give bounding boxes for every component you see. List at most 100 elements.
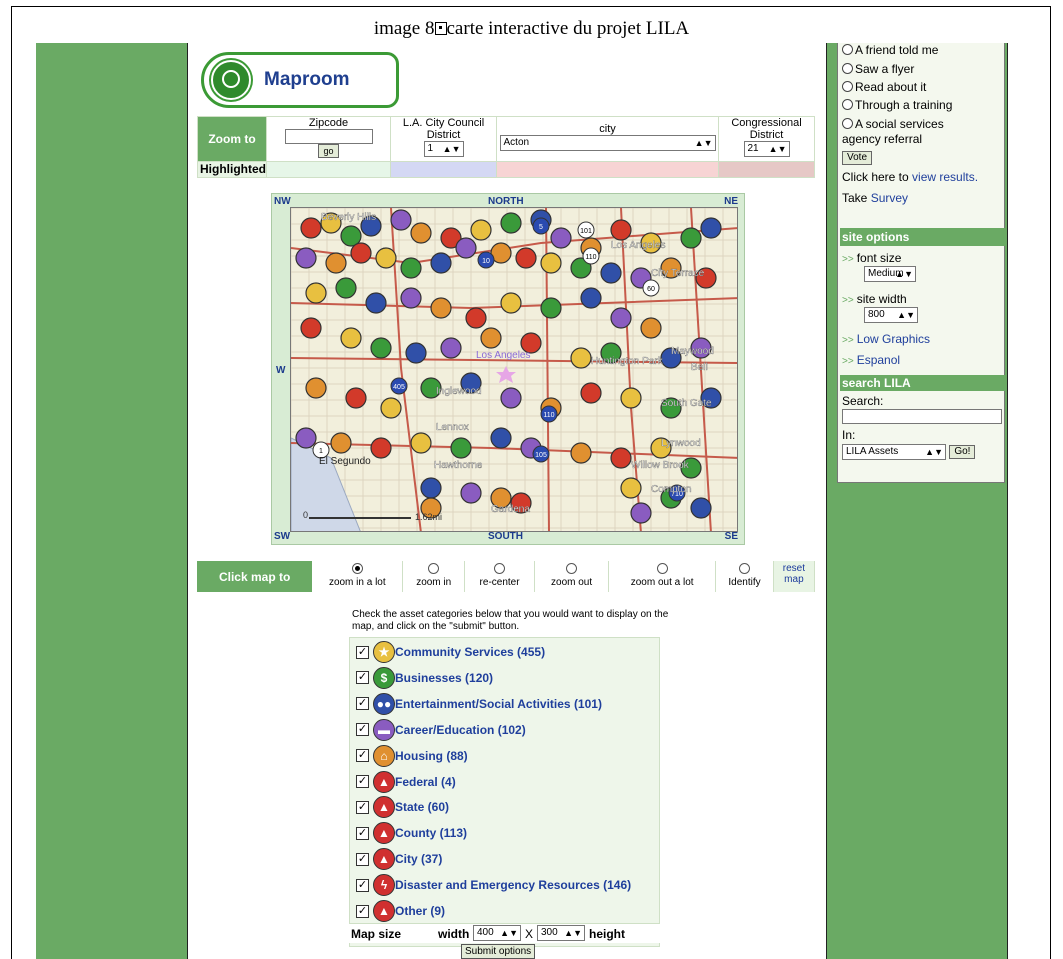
radio-zoom-out-a-lot[interactable] [656, 563, 668, 574]
congress-district-select[interactable]: 21 ▲▼ [743, 141, 790, 157]
asset-label[interactable]: Federal (4) [395, 775, 456, 789]
opt-zoom-out-a-lot[interactable]: zoom out a lot [608, 561, 717, 592]
opt-zoom-in-a-lot[interactable]: zoom in a lot [312, 561, 404, 592]
asset-row[interactable]: ✓ ϟ Disaster and Emergency Resources (146) [356, 874, 631, 897]
south-pan[interactable]: SOUTH [488, 531, 523, 542]
asset-row[interactable]: ✓ ★ Community Services (455) [356, 641, 545, 663]
asset-row[interactable]: ✓ ▲ City (37) [356, 848, 442, 871]
radio-zoom-in[interactable] [428, 563, 440, 574]
radio-identify[interactable] [738, 563, 750, 574]
asset-row[interactable]: ✓ $ Businesses (120) [356, 666, 493, 689]
asset-checkbox[interactable]: ✓ [356, 852, 369, 866]
font-size-select[interactable]: Medium ▲▼ [864, 266, 916, 282]
maproom-logo[interactable]: Maproom [201, 52, 399, 108]
asset-checkbox[interactable]: ✓ [356, 749, 369, 763]
reset-map-link[interactable]: reset map [773, 561, 816, 592]
search-in-select[interactable]: LILA Assets ▲▼ [842, 444, 946, 460]
height-label: height [589, 927, 625, 941]
se-pan[interactable]: SE [725, 531, 738, 542]
asset-label[interactable]: State (60) [395, 800, 449, 814]
survey-option-2[interactable]: Saw a flyer [842, 62, 914, 76]
radio-zoom-in-a-lot[interactable] [351, 563, 363, 574]
congress-label-2: District [749, 129, 784, 141]
asset-checkbox[interactable]: ✓ [356, 697, 369, 711]
interactive-map[interactable]: 101 110 10 60 405 110 105 710 1 5 Beverly Hills Lo… [290, 207, 738, 532]
survey-option-5[interactable]: A social services [842, 117, 944, 131]
map-asset-marker [490, 427, 512, 449]
opt-re-center[interactable]: re-center [464, 561, 536, 592]
asset-label[interactable]: Community Services (455) [395, 645, 545, 659]
asset-checkbox[interactable]: ✓ [356, 775, 369, 788]
radio-zoom-out[interactable] [566, 563, 578, 574]
asset-label[interactable]: County (113) [395, 826, 467, 840]
search-go-button[interactable]: Go! [949, 445, 976, 459]
asset-checkbox[interactable]: ✓ [356, 800, 369, 814]
map-place-label: South Gate [661, 398, 712, 409]
survey-radio[interactable] [842, 44, 853, 55]
survey-radio[interactable] [842, 81, 853, 92]
survey-option-3[interactable]: Read about it [842, 80, 926, 94]
survey-link[interactable]: Survey [871, 191, 908, 205]
map-height-select[interactable]: 300 ▲▼ [537, 925, 585, 941]
asset-checkbox[interactable]: ✓ [356, 723, 369, 737]
select-arrows-icon: ▲▼ [895, 269, 913, 279]
asset-row[interactable]: ✓ ▲ Other (9) [356, 900, 445, 922]
council-district-select[interactable]: 1 ▲▼ [423, 141, 464, 157]
survey-radio[interactable] [842, 63, 853, 74]
survey-radio[interactable] [842, 99, 853, 110]
asset-checkbox[interactable]: ✓ [356, 878, 369, 892]
zipcode-input[interactable] [284, 129, 373, 144]
espanol-link[interactable]: >> Espanol [842, 353, 900, 369]
map-asset-marker [295, 247, 317, 269]
asset-label[interactable]: City (37) [395, 852, 442, 866]
sw-pan[interactable]: SW [274, 531, 290, 542]
submit-options-button[interactable]: Submit options [461, 944, 536, 959]
survey-radio[interactable] [842, 118, 853, 129]
figure-caption: image 8 carte interactive du projet LILA [0, 18, 1063, 40]
radio-re-center[interactable] [494, 563, 506, 574]
zipcode-go-button[interactable]: go [318, 144, 339, 158]
asset-row[interactable]: ✓ ●● Entertainment/Social Activities (101) [356, 692, 602, 715]
site-width-select[interactable]: 800 ▲▼ [864, 307, 918, 323]
nw-pan[interactable]: NW [274, 196, 291, 207]
west-pan[interactable]: W [276, 365, 285, 376]
asset-label[interactable]: Entertainment/Social Activities (101) [395, 697, 602, 711]
city-select[interactable]: Acton ▲▼ [499, 135, 716, 151]
map-canvas[interactable]: 101110106040511010571015 Beverly HillsLo… [291, 208, 738, 532]
asset-row[interactable]: ✓ ▲ County (113) [356, 822, 467, 845]
asset-label[interactable]: Other (9) [395, 904, 445, 918]
asset-checkbox[interactable]: ✓ [356, 826, 369, 840]
ne-pan[interactable]: NE [724, 196, 738, 207]
survey-option-1[interactable]: A friend told me [842, 43, 938, 57]
asset-checkbox[interactable]: ✓ [356, 645, 369, 659]
map-asset-marker [420, 477, 442, 499]
asset-label[interactable]: Housing (88) [395, 749, 468, 763]
vote-wrap: Vote [842, 149, 873, 165]
vote-button[interactable]: Vote [842, 151, 873, 165]
map-place-label: Beverly Hills [321, 212, 376, 223]
double-arrow-icon: >> [842, 295, 854, 306]
search-input[interactable] [842, 409, 1002, 425]
asset-row[interactable]: ✓ ▲ State (60) [356, 796, 449, 819]
asset-row[interactable]: ✓ ▲ Federal (4) [356, 770, 456, 793]
survey-option-4[interactable]: Through a training [842, 98, 952, 112]
view-results-link[interactable]: view results. [912, 170, 978, 184]
asset-label[interactable]: Career/Education (102) [395, 723, 526, 737]
map-asset-marker [400, 287, 422, 309]
font-size-wrap: Medium ▲▼ [864, 265, 916, 282]
asset-label[interactable]: Disaster and Emergency Resources (146) [395, 878, 631, 892]
low-graphics-link[interactable]: >> Low Graphics [842, 332, 930, 348]
north-pan[interactable]: NORTH [488, 196, 524, 207]
asset-row[interactable]: ✓ ▬ Career/Education (102) [356, 718, 526, 741]
asset-checkbox[interactable]: ✓ [356, 904, 369, 918]
opt-identify[interactable]: Identify [715, 561, 774, 592]
asset-label[interactable]: Businesses (120) [395, 671, 493, 685]
map-asset-marker [455, 237, 477, 259]
map-asset-marker [550, 227, 572, 249]
double-arrow-icon: >> [842, 254, 854, 265]
asset-row[interactable]: ✓ ⌂ Housing (88) [356, 744, 468, 767]
asset-checkbox[interactable]: ✓ [356, 671, 369, 685]
map-width-select[interactable]: 400 ▲▼ [473, 925, 521, 941]
opt-zoom-in[interactable]: zoom in [402, 561, 466, 592]
opt-zoom-out[interactable]: zoom out [534, 561, 610, 592]
